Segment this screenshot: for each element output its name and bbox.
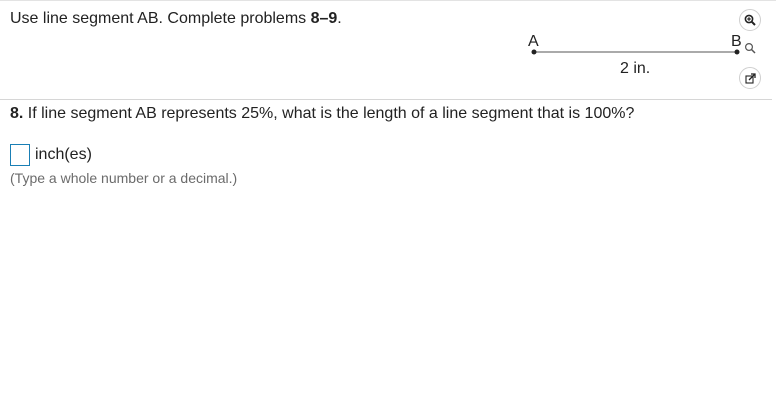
section-divider	[0, 99, 772, 100]
instruction-problem-range: 8–9	[310, 10, 338, 27]
question-text: If line segment AB represents 25%, what …	[23, 105, 635, 122]
point-a-label: A	[528, 33, 539, 50]
zoom-in-button[interactable]	[739, 9, 761, 31]
segment-length-label: 2 in.	[620, 60, 651, 77]
popout-icon	[744, 72, 756, 84]
instruction-prefix: Use line segment AB. Complete problems	[10, 10, 311, 27]
instruction-suffix: .	[337, 10, 342, 27]
answer-row: inch(es)	[10, 143, 92, 167]
point-b-label: B	[731, 33, 742, 50]
zoom-icon	[744, 42, 756, 54]
answer-hint: (Type a whole number or a decimal.)	[10, 170, 238, 186]
top-border	[0, 0, 776, 1]
popout-button[interactable]	[739, 67, 761, 89]
question-8: 8. If line segment AB represents 25%, wh…	[10, 104, 634, 124]
zoom-in-icon	[744, 14, 756, 26]
question-number: 8.	[10, 105, 24, 122]
line-segment-figure: A B 2 in.	[520, 30, 750, 85]
zoom-button[interactable]	[742, 40, 758, 56]
instruction-text: Use line segment AB. Complete problems 8…	[10, 9, 342, 29]
answer-unit: inch(es)	[35, 146, 92, 163]
answer-input[interactable]	[10, 144, 30, 166]
